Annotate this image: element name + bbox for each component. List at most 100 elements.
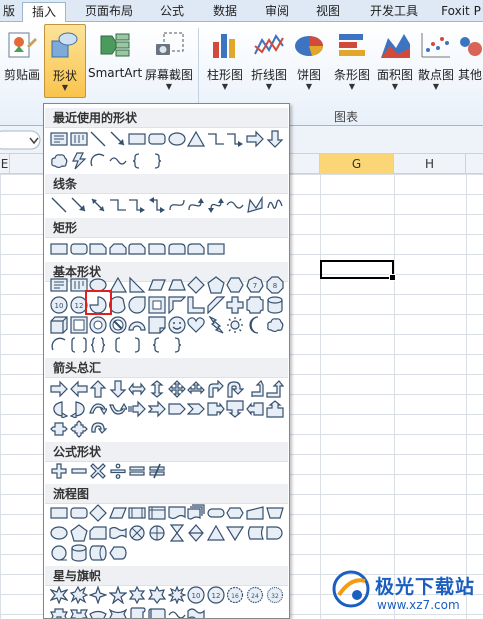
shape-preparation-icon[interactable] — [226, 504, 245, 522]
shape-cloud-icon[interactable] — [50, 152, 68, 170]
shape-num12-icon[interactable]: 12 — [207, 586, 225, 604]
shape-curvedu-icon[interactable] — [89, 400, 108, 418]
shape-curve-icon[interactable] — [168, 196, 186, 214]
shape-lightning-icon[interactable] — [207, 316, 225, 334]
shape-wave-icon[interactable] — [109, 152, 127, 170]
shape-bracepair-icon[interactable] — [89, 336, 107, 354]
shape-directaccess-icon[interactable] — [89, 544, 107, 562]
shape-lrcallout-icon[interactable] — [50, 420, 68, 438]
shape-manualinput-icon[interactable] — [246, 504, 264, 522]
shape-triangle-icon[interactable] — [206, 524, 225, 542]
shape-seqstorage-icon[interactable] — [50, 544, 68, 562]
shape-star16-icon[interactable]: 16 — [226, 586, 244, 604]
shape-foldedcorner-icon[interactable] — [148, 316, 166, 334]
shape-roundsnip-icon[interactable] — [187, 240, 205, 258]
shape-rect-icon[interactable] — [50, 240, 68, 258]
shape-curvedl-icon[interactable] — [69, 400, 88, 418]
shape-star5-icon[interactable] — [108, 586, 127, 604]
shape-notequal-icon[interactable] — [148, 462, 166, 480]
shape-teardrop-icon[interactable] — [128, 296, 146, 314]
shape-quadarrow-icon[interactable] — [167, 380, 186, 398]
shape-roundrect-icon[interactable] — [69, 240, 88, 258]
shape-diamond-icon[interactable] — [187, 276, 206, 294]
shape-plus-icon[interactable] — [50, 462, 68, 480]
shape-lruarrow-icon[interactable] — [187, 380, 206, 398]
shape-snip1-icon[interactable] — [89, 240, 107, 258]
shape-display-icon[interactable] — [109, 544, 127, 562]
shape-darrowline-icon[interactable] — [89, 196, 107, 214]
shape-num10-icon[interactable]: 10 — [187, 586, 205, 604]
shape-lbrace-icon[interactable] — [148, 336, 166, 354]
shape-sun-icon[interactable] — [226, 316, 244, 334]
tab-foxit[interactable]: Foxit P — [436, 2, 483, 22]
shape-lbracket-icon[interactable] — [109, 336, 127, 354]
shape-ribbondown-icon[interactable] — [69, 606, 88, 618]
shape-cube-icon[interactable] — [50, 316, 68, 334]
shape-parallelogram-icon[interactable] — [108, 504, 127, 522]
shape-manualop-icon[interactable] — [265, 504, 284, 522]
shape-orshape-icon[interactable] — [148, 524, 166, 542]
shape-pentagon-icon[interactable] — [207, 276, 225, 294]
shape-uturnarrow-icon[interactable] — [226, 380, 245, 398]
shape-luparrow-icon[interactable] — [246, 380, 264, 398]
shape-document-icon[interactable] — [167, 504, 186, 522]
shape-roundrect-icon[interactable] — [148, 130, 166, 148]
shape-arrow-icon[interactable] — [70, 196, 88, 214]
shape-multiply-icon[interactable] — [89, 462, 107, 480]
shape-multidoc-icon[interactable] — [187, 504, 205, 522]
bar-chart-button[interactable]: 条形图 ▼ — [330, 24, 374, 98]
tab-file[interactable]: 版 — [0, 2, 20, 22]
shape-sort-icon[interactable] — [187, 524, 205, 542]
tab-insert[interactable]: 插入 — [22, 2, 66, 23]
tab-page-layout[interactable]: 页面布局 — [78, 2, 140, 22]
shape-curveribbondown-icon[interactable] — [108, 606, 127, 618]
shape-uarrow-icon[interactable] — [89, 380, 107, 398]
shape-num8-icon[interactable]: 8 — [265, 276, 284, 294]
shape-textbox-icon[interactable] — [50, 276, 68, 294]
shape-blockarc-icon[interactable] — [128, 316, 146, 334]
shape-cloud-icon[interactable] — [266, 316, 284, 334]
shape-rect-icon[interactable] — [50, 504, 68, 522]
shape-rbrace-icon[interactable] — [168, 336, 186, 354]
scatter-chart-button[interactable]: 散点图 ▼ — [416, 24, 456, 98]
tab-data[interactable]: 数据 — [203, 2, 247, 22]
shape-star24-icon[interactable]: 24 — [246, 586, 264, 604]
column-header-h[interactable]: H — [394, 154, 466, 174]
shape-rect-icon[interactable] — [128, 130, 146, 148]
shape-diagstripe-icon[interactable] — [207, 296, 225, 314]
shape-hscroll-icon[interactable] — [148, 606, 166, 618]
tab-formulas[interactable]: 公式 — [150, 2, 194, 22]
shape-wave-icon[interactable] — [226, 196, 244, 214]
shape-ucallout-icon[interactable] — [265, 400, 284, 418]
shape-star6-icon[interactable] — [128, 586, 146, 604]
shape-bracketpair-icon[interactable] — [70, 336, 88, 354]
line-chart-button[interactable]: 折线图 ▼ — [248, 24, 290, 98]
shape-elbowarrow-icon[interactable] — [128, 196, 146, 214]
shape-bentarrow-icon[interactable] — [207, 380, 225, 398]
shape-elbowarrow-icon[interactable] — [226, 130, 244, 148]
shape-pentagonarrow-icon[interactable] — [167, 400, 186, 418]
column-header-e[interactable]: E — [0, 154, 10, 174]
shape-arrow-icon[interactable] — [109, 130, 127, 148]
shape-circulararrow-icon[interactable] — [89, 420, 108, 438]
shape-predefined-icon[interactable] — [128, 504, 146, 522]
shape-merge-icon[interactable] — [226, 524, 245, 542]
pie-chart-button[interactable]: 饼图 ▼ — [291, 24, 327, 98]
shape-doublewave-icon[interactable] — [187, 606, 205, 618]
shape-curvearrow-icon[interactable] — [187, 196, 205, 214]
tab-review[interactable]: 审阅 — [255, 2, 299, 22]
shape-round1-icon[interactable] — [148, 240, 166, 258]
shape-moon-icon[interactable] — [246, 316, 264, 334]
clip-art-button[interactable]: 剪贴画 — [2, 24, 42, 98]
shape-darrow-icon[interactable] — [109, 380, 127, 398]
shape-freeform-icon[interactable] — [246, 196, 264, 214]
shape-vscroll-icon[interactable] — [128, 606, 146, 618]
shape-delay-icon[interactable] — [265, 524, 284, 542]
shape-divide-icon[interactable] — [109, 462, 127, 480]
shape-arc-icon[interactable] — [89, 152, 107, 170]
shape-can-icon[interactable] — [266, 296, 284, 314]
shape-curvedr-icon[interactable] — [50, 400, 68, 418]
shape-frame-icon[interactable] — [148, 296, 166, 314]
shape-vtextbox-icon[interactable] — [69, 130, 88, 148]
shape-star7-icon[interactable] — [148, 586, 166, 604]
